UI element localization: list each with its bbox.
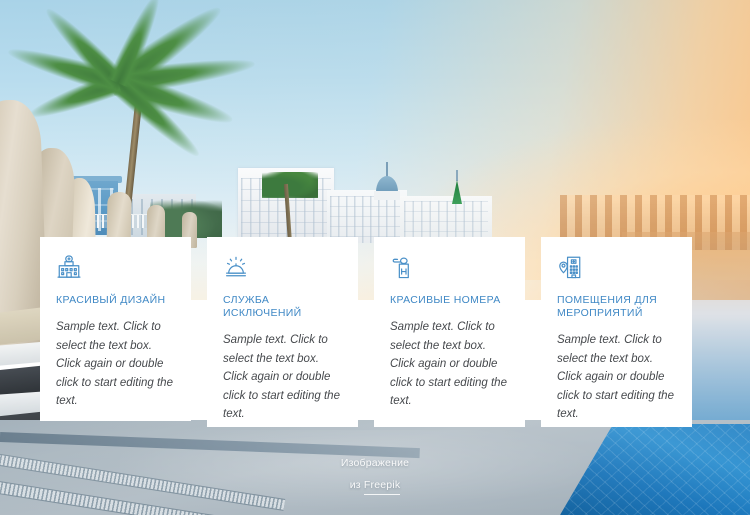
- service-bell-icon: [223, 254, 249, 280]
- feature-card[interactable]: ПОМЕЩЕНИЯ ДЛЯ МЕРОПРИЯТИЙ Sample text. C…: [541, 237, 692, 427]
- image-credit-line1: Изображение: [340, 457, 410, 469]
- feature-card-body: Sample text. Click to select the text bo…: [223, 334, 340, 420]
- feature-card-body: Sample text. Click to select the text bo…: [557, 334, 674, 420]
- door-hanger-icon: [390, 254, 416, 280]
- feature-card[interactable]: СЛУЖБА ИСКЛЮЧЕНИЙ Sample text. Click to …: [207, 237, 358, 427]
- venue-location-icon: [557, 254, 583, 280]
- feature-card-body: Sample text. Click to select the text bo…: [56, 321, 173, 407]
- feature-card[interactable]: КРАСИВЫЕ НОМЕРА Sample text. Click to se…: [374, 237, 525, 427]
- feature-card[interactable]: КРАСИВЫЙ ДИЗАЙН Sample text. Click to se…: [40, 237, 191, 421]
- freepik-link[interactable]: Freepik: [363, 479, 401, 495]
- feature-card-title: КРАСИВЫЙ ДИЗАЙН: [56, 294, 166, 306]
- feature-cards-row: КРАСИВЫЙ ДИЗАЙН Sample text. Click to se…: [40, 237, 710, 427]
- feature-card-title: СЛУЖБА ИСКЛЮЧЕНИЙ: [223, 294, 302, 319]
- feature-card-body: Sample text. Click to select the text bo…: [390, 321, 507, 407]
- image-credit-line2: из Freepik: [0, 474, 750, 496]
- feature-card-title: КРАСИВЫЕ НОМЕРА: [390, 294, 501, 306]
- image-credit-prefix: из: [349, 479, 364, 491]
- feature-card-title: ПОМЕЩЕНИЯ ДЛЯ МЕРОПРИЯТИЙ: [557, 294, 658, 319]
- image-credit: Изображение из Freepik: [0, 452, 750, 496]
- hotel-building-icon: [56, 254, 82, 280]
- page-root: КРАСИВЫЙ ДИЗАЙН Sample text. Click to se…: [0, 0, 750, 515]
